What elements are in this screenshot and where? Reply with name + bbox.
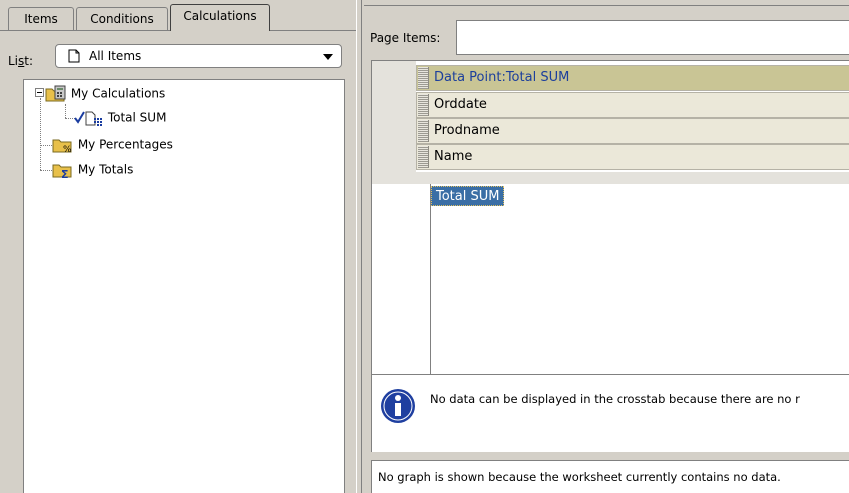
tab-bar: Items Conditions Calculations xyxy=(0,0,356,31)
column-header-prodname[interactable]: Prodname xyxy=(416,118,849,144)
page-items-drop-area[interactable] xyxy=(456,20,849,55)
column-header-label: Data Point:Total SUM xyxy=(434,70,570,85)
column-header-orddate[interactable]: Orddate xyxy=(416,92,849,118)
tree-item-label: My Calculations xyxy=(70,86,166,101)
svg-text:Σ: Σ xyxy=(61,168,69,179)
tree-item-label: My Percentages xyxy=(77,137,173,152)
tab-calculations[interactable]: Calculations xyxy=(170,4,270,31)
collapse-toggle[interactable] xyxy=(35,88,44,97)
svg-text:%: % xyxy=(63,145,72,154)
column-header-data-point[interactable]: Data Point:Total SUM xyxy=(416,65,849,91)
document-icon xyxy=(68,49,80,63)
crosstab-corner xyxy=(372,61,416,184)
tree-item-total-sum[interactable]: Total SUM xyxy=(74,110,166,126)
page-items-label: Page Items: xyxy=(370,31,441,45)
tree-connector xyxy=(40,145,52,146)
list-dropdown[interactable]: All Items xyxy=(55,44,342,68)
tab-calculations-label: Calculations xyxy=(183,9,257,23)
crosstab-message: No data can be displayed in the crosstab… xyxy=(430,392,800,406)
tree-item-my-percentages[interactable]: % My Percentages xyxy=(52,136,173,155)
crosstab-data-area[interactable] xyxy=(430,184,849,374)
column-header-name[interactable]: Name xyxy=(416,144,849,170)
chevron-down-icon[interactable] xyxy=(323,54,333,60)
list-dropdown-value: All Items xyxy=(89,49,142,63)
tab-conditions-label: Conditions xyxy=(90,12,154,26)
drag-handle-icon[interactable] xyxy=(418,67,429,89)
pane-splitter[interactable] xyxy=(356,0,362,493)
folder-sigma-icon: Σ xyxy=(52,164,72,181)
tree-item-label: My Totals xyxy=(77,162,134,177)
list-label: List: xyxy=(8,54,34,68)
graph-message: No graph is shown because the worksheet … xyxy=(378,470,781,484)
crosstab-message-area xyxy=(372,374,849,452)
calculation-tree[interactable]: My Calculations Total SUM % My Percentag… xyxy=(23,79,345,493)
tab-conditions[interactable]: Conditions xyxy=(76,7,168,30)
info-icon xyxy=(381,389,415,423)
folder-calculator-icon xyxy=(45,85,66,102)
column-header-label: Orddate xyxy=(434,97,487,112)
tree-connector xyxy=(65,104,66,118)
pane-divider xyxy=(364,5,849,6)
calculation-item-icon xyxy=(74,111,102,126)
tree-item-label: Total SUM xyxy=(107,110,167,125)
column-header-label: Name xyxy=(434,149,473,164)
crosstab-header-gap xyxy=(372,172,849,184)
tree-item-my-calculations[interactable]: My Calculations xyxy=(45,85,165,103)
drag-handle-icon[interactable] xyxy=(418,94,429,116)
tree-item-my-totals[interactable]: Σ My Totals xyxy=(52,161,134,181)
tree-connector xyxy=(40,170,52,171)
drag-handle-icon[interactable] xyxy=(418,146,429,168)
graph-divider xyxy=(371,452,849,460)
tab-items[interactable]: Items xyxy=(8,7,74,30)
drag-handle-icon[interactable] xyxy=(418,120,429,142)
folder-percent-icon: % xyxy=(52,139,72,155)
data-point-cell[interactable]: Total SUM xyxy=(431,186,505,206)
tree-connector xyxy=(40,98,41,170)
tab-items-label: Items xyxy=(24,12,58,26)
column-header-label: Prodname xyxy=(434,123,500,138)
